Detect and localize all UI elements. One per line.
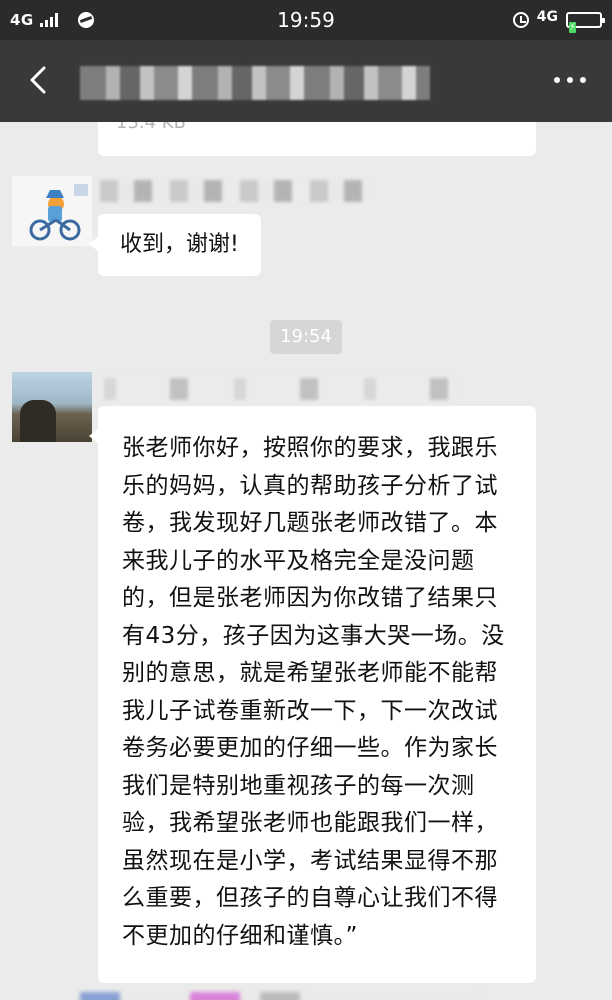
sender-name bbox=[100, 180, 370, 202]
file-message-bubble[interactable]: 13.4 KB bbox=[98, 122, 536, 156]
battery-fill: ⚡ bbox=[569, 22, 577, 33]
message-bubble[interactable]: 张老师你好，按照你的要求，我跟乐乐的妈妈，认真的帮助孩子分析了试卷，我发现好几题… bbox=[89, 406, 536, 983]
next-message-preview bbox=[80, 992, 480, 1000]
sender-name bbox=[104, 378, 454, 400]
avatar[interactable] bbox=[12, 176, 92, 246]
status-bar-right: 4G ⚡ bbox=[512, 0, 605, 40]
chat-title bbox=[80, 66, 430, 100]
file-size: 13.4 KB bbox=[116, 122, 186, 133]
more-dots-icon[interactable] bbox=[554, 77, 586, 83]
message-bubble[interactable]: 收到，谢谢! bbox=[89, 214, 261, 276]
alarm-icon bbox=[512, 12, 529, 28]
chevron-left-icon[interactable] bbox=[22, 62, 58, 98]
battery-charging-icon: ⚡ bbox=[566, 12, 605, 33]
network-type-right: 4G bbox=[536, 9, 558, 25]
avatar[interactable] bbox=[12, 372, 92, 442]
avatar-figure bbox=[20, 400, 56, 442]
chat-header bbox=[0, 40, 612, 122]
message-list[interactable]: 13.4 KB 收到，谢谢! 19:54 张老师你好，按照你的要求，我跟乐乐的妈… bbox=[0, 122, 612, 1000]
timestamp-divider: 19:54 bbox=[270, 320, 342, 354]
status-bar: 4G 19:59 4G ⚡ bbox=[0, 0, 612, 40]
